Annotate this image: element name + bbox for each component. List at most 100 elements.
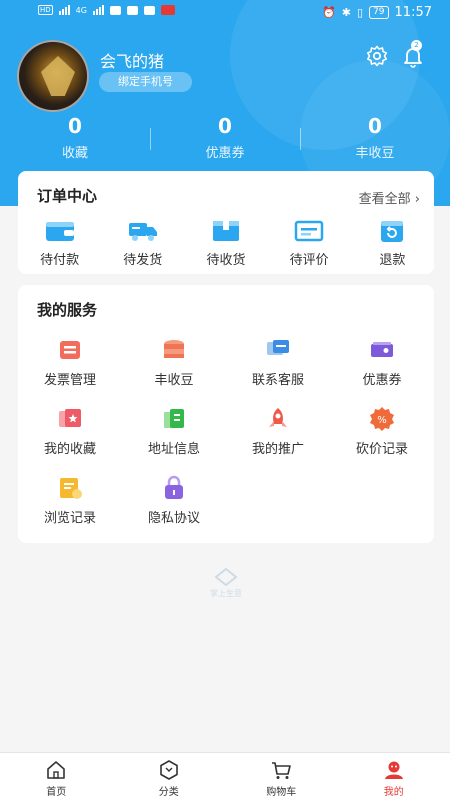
tab-label: 购物车 (266, 787, 297, 798)
stat-coupons[interactable]: 0 优惠券 (150, 112, 300, 166)
signal-icon (92, 5, 104, 15)
avatar[interactable] (17, 40, 89, 112)
bind-phone-button[interactable]: 绑定手机号 (99, 72, 192, 92)
service-promotion[interactable]: 我的推广 (226, 406, 330, 475)
heart-icon (109, 5, 121, 15)
network-type: 4G (75, 5, 87, 15)
message-icon (126, 5, 138, 15)
notification-bell-icon[interactable]: 2 (401, 40, 425, 68)
stat-label: 收藏 (61, 146, 88, 161)
tab-label: 我的 (383, 787, 404, 798)
order-item-label: 待付款 (40, 253, 80, 268)
profile-icon (383, 759, 405, 781)
service-browsing-history[interactable]: 浏览记录 (18, 475, 122, 544)
order-item-label: 退款 (379, 253, 406, 268)
stat-label: 优惠券 (205, 146, 245, 161)
my-services-title: 我的服务 (37, 301, 98, 319)
order-refund[interactable]: 退款 (351, 219, 434, 268)
bluetooth-icon: ✱ (341, 6, 352, 19)
order-item-label: 待收货 (206, 253, 246, 268)
chat-icon (265, 337, 291, 363)
service-favorites[interactable]: 我的收藏 (18, 406, 122, 475)
bottom-tab-bar: 首页 分类 购物车 我的 (0, 752, 450, 800)
order-pending-payment[interactable]: 待付款 (18, 219, 101, 268)
order-pending-receipt[interactable]: 待收货 (184, 219, 267, 268)
service-label: 砍价记录 (355, 442, 408, 457)
order-item-label: 待发货 (123, 253, 163, 268)
box-icon (211, 219, 241, 243)
order-pending-review[interactable]: 待评价 (268, 219, 351, 268)
service-address[interactable]: 地址信息 (122, 406, 226, 475)
username: 会飞的猪 (100, 52, 165, 71)
history-icon (57, 475, 83, 501)
stat-label: 丰收豆 (355, 146, 395, 161)
order-item-label: 待评价 (289, 253, 329, 268)
coupon-icon (369, 337, 395, 363)
vibrate-icon: ▯ (357, 6, 364, 19)
service-label: 隐私协议 (147, 511, 200, 526)
stats-bar: 0 收藏 0 优惠券 0 丰收豆 (0, 112, 450, 166)
service-label: 联系客服 (251, 373, 304, 388)
service-customer-support[interactable]: 联系客服 (226, 337, 330, 406)
service-label: 我的收藏 (43, 442, 96, 457)
discount-icon: % (369, 406, 395, 432)
coin-stack-icon (161, 337, 187, 363)
service-label: 发票管理 (43, 373, 96, 388)
review-icon (294, 219, 324, 243)
tab-label: 分类 (158, 787, 179, 798)
view-all-label: 查看全部 (358, 192, 411, 207)
stat-value: 0 (368, 114, 382, 138)
chevron-right-icon: › (414, 192, 420, 207)
address-icon (161, 406, 187, 432)
tab-profile[interactable]: 我的 (338, 753, 450, 800)
service-bargain-history[interactable]: % 砍价记录 (330, 406, 434, 475)
service-label: 丰收豆 (154, 373, 194, 388)
watermark-text: 掌上生意 (210, 589, 242, 598)
favorite-icon (57, 406, 83, 432)
app-notification-icon (160, 5, 175, 15)
stat-favorites[interactable]: 0 收藏 (0, 112, 150, 166)
services-grid: 发票管理 丰收豆 联系客服 优惠券 我的收藏 地址信息 我的推广 % 砍价记录 … (18, 337, 434, 544)
tab-label: 首页 (46, 787, 67, 798)
alarm-icon: ⏰ (322, 6, 336, 19)
signal-icon (58, 5, 70, 15)
clock: 11:57 (394, 5, 432, 20)
service-label: 浏览记录 (43, 511, 96, 526)
stat-value: 0 (218, 114, 232, 138)
category-icon (158, 759, 180, 781)
brand-watermark: 掌上生意 (196, 567, 256, 604)
cart-icon (270, 759, 292, 781)
stat-beans[interactable]: 0 丰收豆 (300, 112, 450, 166)
order-pending-shipment[interactable]: 待发货 (101, 219, 184, 268)
home-icon (45, 759, 67, 781)
service-coupons[interactable]: 优惠券 (330, 337, 434, 406)
rocket-icon (265, 406, 291, 432)
service-label: 我的推广 (251, 442, 304, 457)
truck-icon (128, 219, 158, 243)
order-center-title: 订单中心 (37, 187, 98, 205)
order-center-card: 订单中心 查看全部 › 待付款 待发货 待收货 待评价 退款 (18, 171, 434, 274)
service-label: 地址信息 (147, 442, 200, 457)
diamond-logo-icon (214, 567, 238, 587)
tab-cart[interactable]: 购物车 (225, 753, 338, 800)
invoice-icon (57, 337, 83, 363)
status-bar: HD 4G ⏰ ✱ ▯ 79 11:57 (0, 0, 450, 26)
service-label: 优惠券 (362, 373, 402, 388)
wallet-icon (45, 219, 75, 243)
tab-home[interactable]: 首页 (0, 753, 113, 800)
view-all-orders-link[interactable]: 查看全部 › (359, 188, 420, 207)
my-services-card: 我的服务 发票管理 丰收豆 联系客服 优惠券 我的收藏 地址信息 我的推广 % … (18, 285, 434, 543)
hd-indicator: HD (38, 5, 53, 15)
tab-category[interactable]: 分类 (113, 753, 226, 800)
order-status-row: 待付款 待发货 待收货 待评价 退款 (18, 219, 434, 268)
service-beans[interactable]: 丰收豆 (122, 337, 226, 406)
battery-indicator: 79 (369, 6, 389, 19)
avatar-image (41, 56, 75, 96)
svg-text:%: % (377, 415, 387, 426)
service-privacy-policy[interactable]: 隐私协议 (122, 475, 226, 544)
stat-value: 0 (68, 114, 82, 138)
refund-icon (377, 219, 407, 243)
lock-icon (161, 475, 187, 501)
service-invoice[interactable]: 发票管理 (18, 337, 122, 406)
settings-gear-icon[interactable] (365, 44, 389, 68)
